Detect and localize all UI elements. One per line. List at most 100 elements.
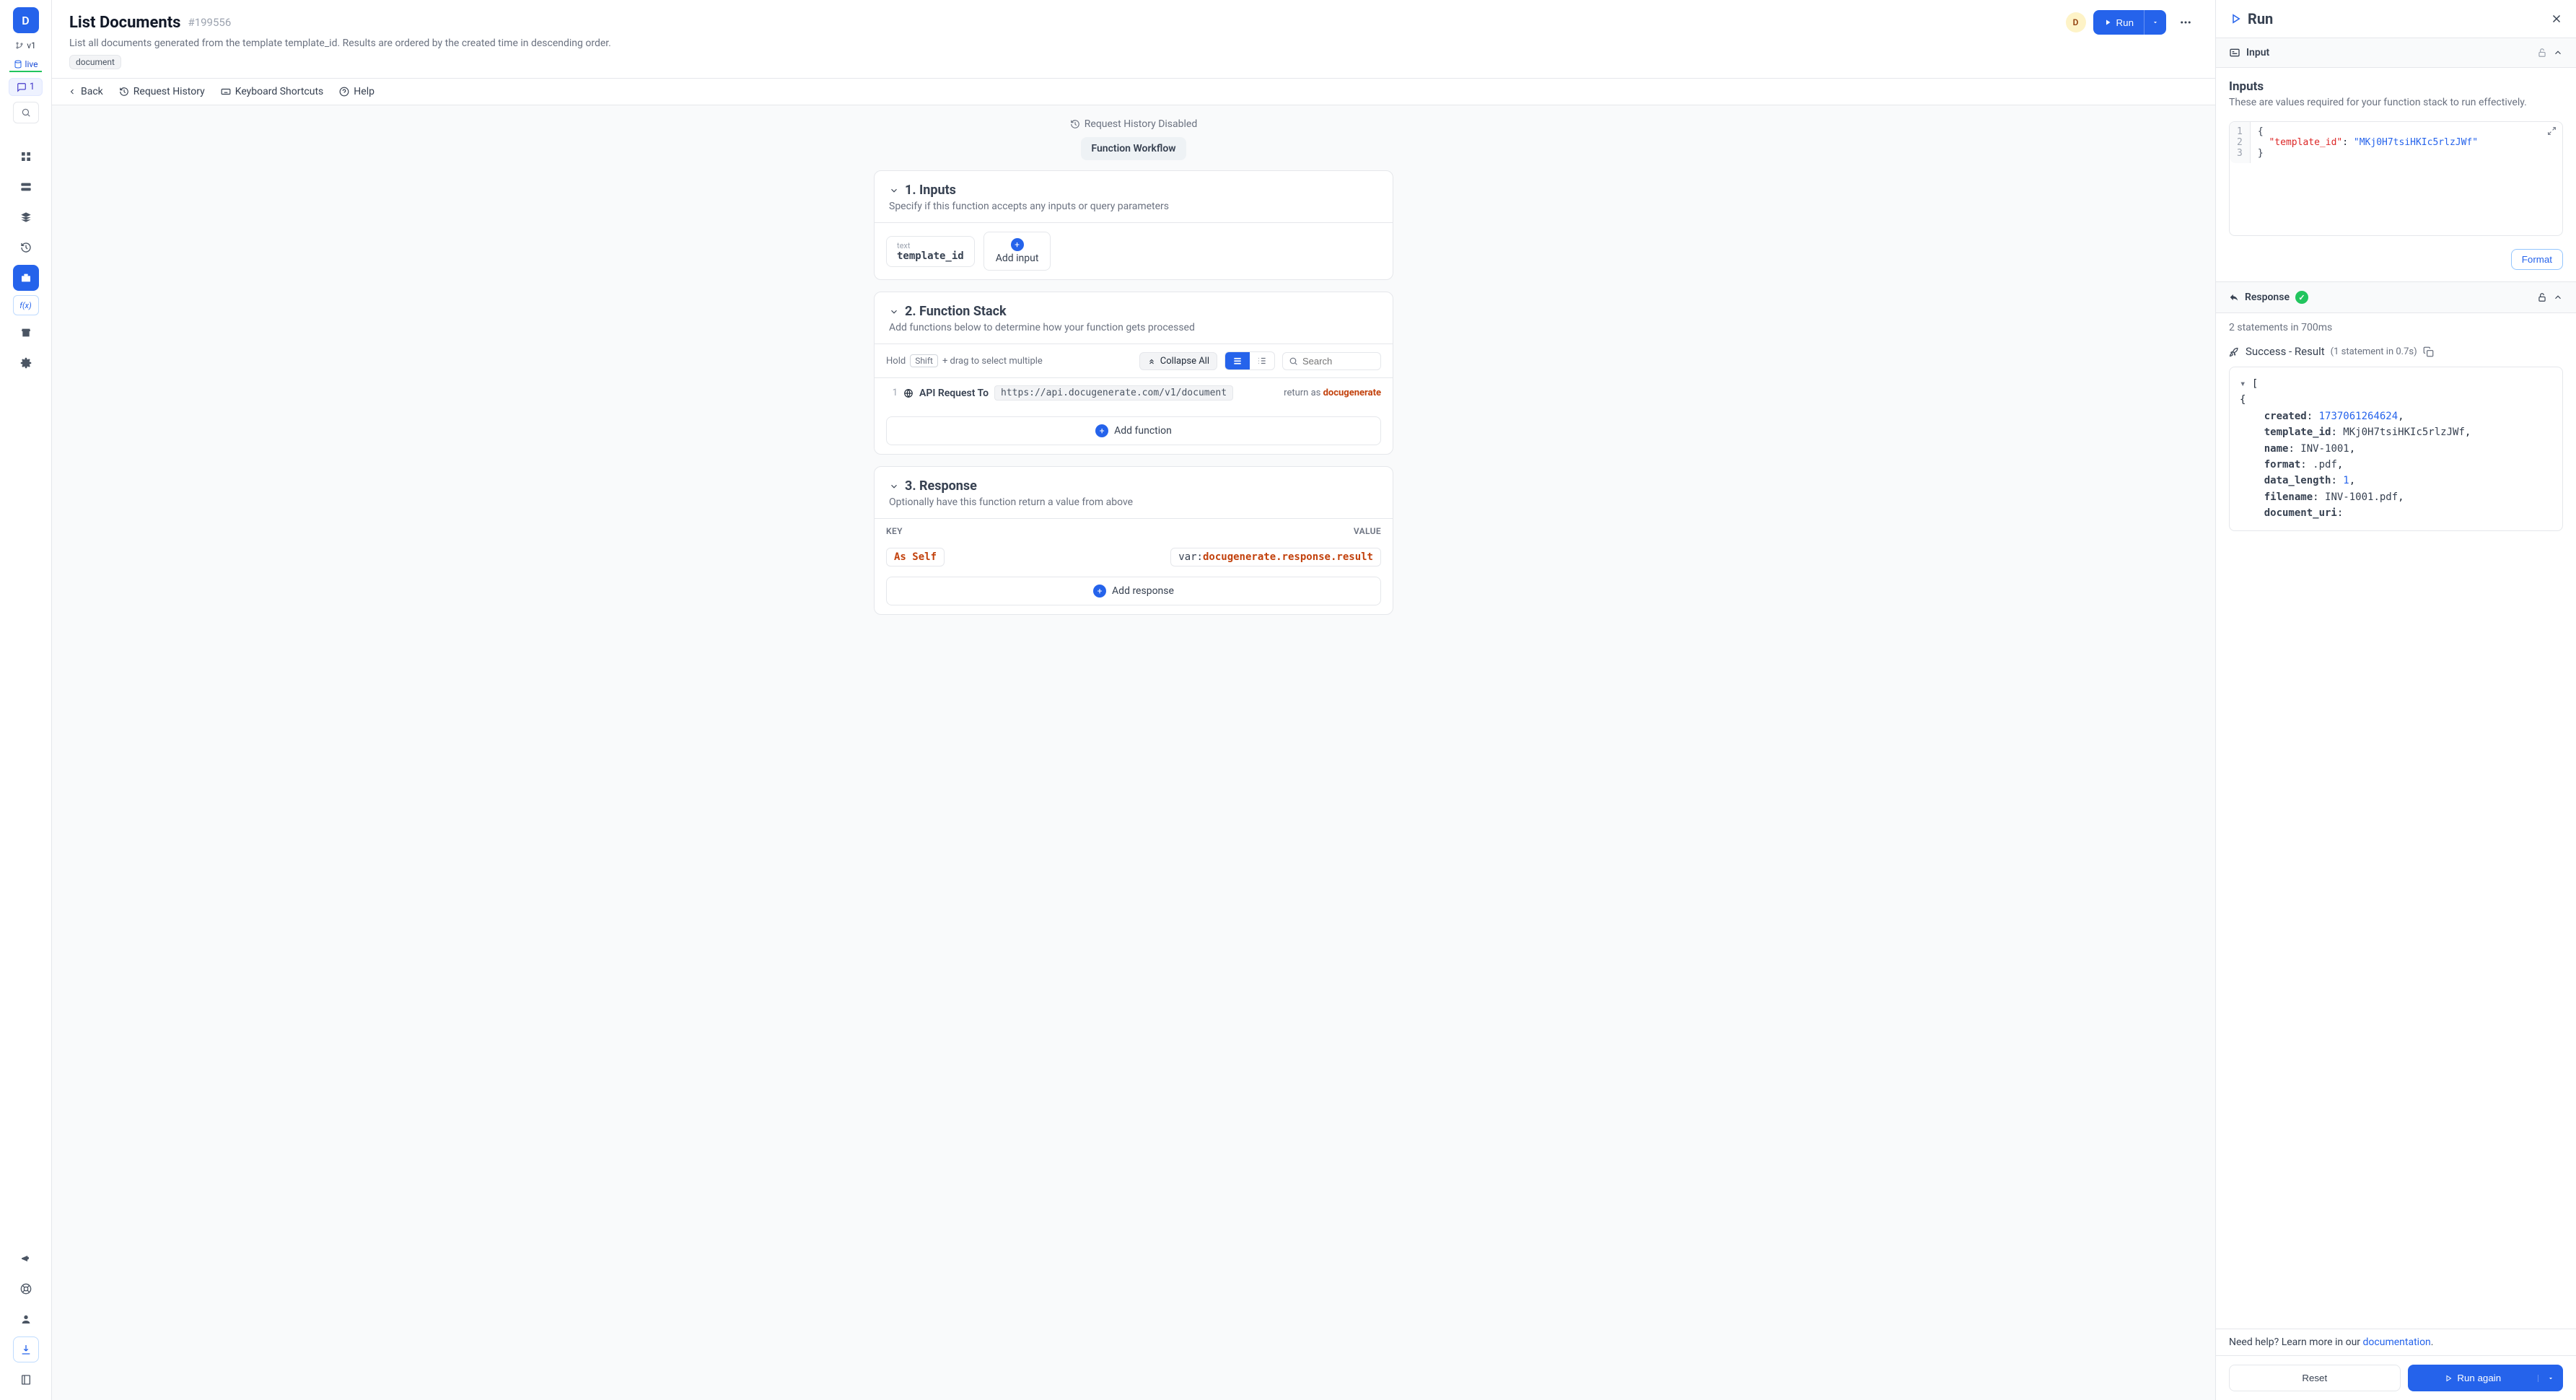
- run-panel: Run Input Inputs These are values requir…: [2215, 0, 2576, 1400]
- add-function-label: Add function: [1114, 425, 1172, 437]
- docs-link[interactable]: documentation: [2363, 1336, 2431, 1348]
- branch-icon: [15, 41, 24, 50]
- help-button[interactable]: Help: [339, 86, 374, 97]
- megaphone-icon: [20, 1253, 32, 1264]
- workspace-badge[interactable]: D: [13, 7, 39, 33]
- workflow-label: Function Workflow: [1081, 137, 1186, 160]
- close-button[interactable]: [2550, 12, 2563, 25]
- canvas: Request History Disabled Function Workfl…: [52, 105, 2215, 1400]
- nav-docs[interactable]: [13, 1367, 39, 1393]
- plus-icon: +: [1093, 585, 1106, 598]
- nav-functions[interactable]: f(x): [13, 295, 39, 315]
- play-outline-icon: [2444, 1374, 2453, 1383]
- drag-hint: Hold Shift + drag to select multiple: [886, 354, 1043, 367]
- form-icon: [2229, 47, 2240, 58]
- env-selector[interactable]: live: [9, 58, 43, 72]
- shortcuts-label: Keyboard Shortcuts: [235, 86, 324, 97]
- nav-history[interactable]: [13, 235, 39, 261]
- nav-dashboard[interactable]: [13, 144, 39, 170]
- lock-icon[interactable]: [2537, 292, 2547, 302]
- list-icon: [1232, 356, 1243, 366]
- run-again-dropdown[interactable]: [2538, 1375, 2563, 1382]
- function-stack-card: 2. Function Stack Add functions below to…: [874, 292, 1393, 455]
- inputs-heading: Inputs: [2229, 79, 2563, 94]
- code-content: { "template_id": "MKj0H7tsiHKIc5rlzJWf"}: [2251, 122, 2562, 163]
- stack-row-1[interactable]: 1 API Request To https://api.docugenerat…: [875, 377, 1393, 408]
- input-chip-template-id[interactable]: text template_id: [886, 236, 975, 267]
- page-title: List Documents: [69, 14, 180, 32]
- response-title[interactable]: 3. Response: [889, 478, 1378, 494]
- layers-icon: [20, 211, 32, 223]
- response-section-bar[interactable]: Response ✓: [2216, 281, 2576, 313]
- inputs-card: 1. Inputs Specify if this function accep…: [874, 170, 1393, 280]
- reply-icon: [2229, 292, 2239, 302]
- add-input-button[interactable]: + Add input: [983, 232, 1051, 271]
- env-label: live: [25, 59, 38, 69]
- gear-icon: [20, 357, 32, 369]
- nav-download[interactable]: [13, 1336, 39, 1362]
- row-label: API Request To: [919, 388, 989, 399]
- stack-search[interactable]: [1282, 352, 1381, 370]
- nav-database[interactable]: [13, 174, 39, 200]
- user-icon: [20, 1313, 32, 1325]
- lock-icon[interactable]: [2537, 48, 2547, 58]
- plus-icon: +: [1011, 238, 1024, 251]
- nav-layers[interactable]: [13, 204, 39, 230]
- panel-title: Run: [2248, 10, 2273, 27]
- branch-selector[interactable]: v1: [11, 39, 40, 52]
- collapse-icon: [1147, 356, 1156, 365]
- reset-button[interactable]: Reset: [2229, 1365, 2401, 1391]
- plus-icon: +: [1095, 424, 1108, 437]
- add-function-button[interactable]: + Add function: [886, 416, 1381, 445]
- nav-library[interactable]: [13, 265, 39, 291]
- avatar[interactable]: D: [2066, 12, 2086, 32]
- numbered-list-icon: [1257, 356, 1267, 366]
- play-icon: [2103, 18, 2112, 27]
- request-history-button[interactable]: Request History: [119, 86, 205, 97]
- keyboard-shortcuts-button[interactable]: Keyboard Shortcuts: [221, 86, 324, 97]
- more-button[interactable]: [2173, 10, 2198, 35]
- view-list[interactable]: [1225, 352, 1250, 369]
- page-description: List all documents generated from the te…: [69, 38, 2198, 49]
- response-section-label: Response: [2245, 292, 2290, 303]
- nav-user[interactable]: [13, 1306, 39, 1332]
- nav-announce[interactable]: [13, 1246, 39, 1272]
- key-header: KEY: [886, 526, 903, 536]
- row-number: 1: [886, 388, 898, 398]
- format-button[interactable]: Format: [2511, 249, 2563, 270]
- page-tag[interactable]: document: [69, 55, 121, 69]
- add-response-button[interactable]: + Add response: [886, 577, 1381, 605]
- run-dropdown[interactable]: [2144, 10, 2166, 35]
- row-url: https://api.docugenerate.com/v1/document: [994, 385, 1233, 401]
- book-icon: [20, 1374, 32, 1386]
- run-again-button[interactable]: Run again: [2408, 1365, 2564, 1391]
- nav-marketplace[interactable]: [13, 320, 39, 346]
- expand-button[interactable]: [2547, 126, 2557, 136]
- nav-support[interactable]: [13, 1276, 39, 1302]
- download-icon: [20, 1344, 32, 1355]
- stack-search-input[interactable]: [1302, 356, 1375, 367]
- response-json[interactable]: ▾ [ { created: 1737061264624, template_i…: [2229, 367, 2563, 531]
- input-type: text: [897, 241, 964, 250]
- response-row[interactable]: As Self var:docugenerate.response.result: [875, 543, 1393, 577]
- stack-title[interactable]: 2. Function Stack: [889, 304, 1378, 319]
- json-input-editor[interactable]: 123 { "template_id": "MKj0H7tsiHKIc5rlzJ…: [2229, 121, 2563, 236]
- nav-settings[interactable]: [13, 350, 39, 376]
- search-button[interactable]: [13, 102, 39, 123]
- copy-button[interactable]: [2423, 346, 2434, 357]
- help-icon: [339, 87, 349, 97]
- add-input-label: Add input: [996, 253, 1039, 264]
- inputs-title[interactable]: 1. Inputs: [889, 183, 1378, 198]
- response-subtitle: Optionally have this function return a v…: [889, 496, 1378, 508]
- run-button[interactable]: Run: [2093, 10, 2166, 35]
- view-numbered[interactable]: [1250, 352, 1274, 369]
- server-icon: [20, 181, 32, 193]
- chevron-down-icon: [889, 481, 899, 491]
- collapse-all-button[interactable]: Collapse All: [1139, 352, 1217, 370]
- run-again-label: Run again: [2457, 1373, 2501, 1383]
- chevron-up-icon[interactable]: [2553, 48, 2563, 58]
- back-button[interactable]: Back: [68, 86, 103, 97]
- input-section-bar[interactable]: Input: [2216, 38, 2576, 68]
- comments-button[interactable]: 1: [9, 78, 43, 96]
- chevron-up-icon[interactable]: [2553, 292, 2563, 302]
